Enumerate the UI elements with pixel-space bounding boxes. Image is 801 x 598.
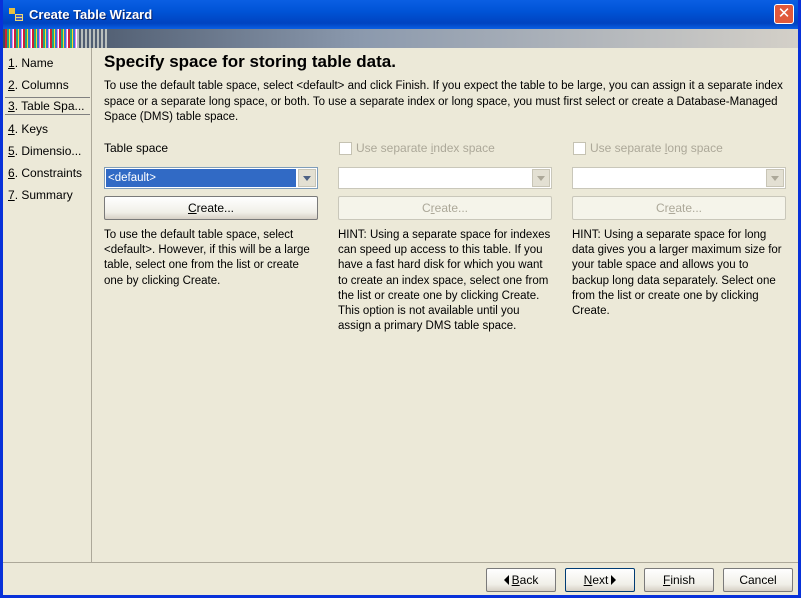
- title-bar[interactable]: Create Table Wizard ✕: [3, 0, 798, 29]
- long-space-create-button[interactable]: Create...: [572, 196, 786, 220]
- wizard-steps-sidebar: 1. Name 2. Columns 3. Table Spa... 4. Ke…: [3, 48, 92, 562]
- long-space-value: [574, 169, 764, 187]
- chevron-down-icon[interactable]: [532, 169, 550, 187]
- arrow-left-icon: [503, 575, 509, 585]
- back-button[interactable]: Back: [486, 568, 556, 592]
- chevron-down-icon[interactable]: [766, 169, 784, 187]
- long-space-checkbox-label: Use separate long space: [590, 141, 723, 155]
- index-space-value: [340, 169, 530, 187]
- step-dimensions[interactable]: 5. Dimensio...: [8, 142, 81, 160]
- step-columns[interactable]: 2. Columns: [8, 76, 69, 94]
- index-space-checkbox-label: Use separate index space: [356, 141, 495, 155]
- index-space-checkbox[interactable]: [339, 142, 352, 155]
- window-title: Create Table Wizard: [29, 7, 153, 22]
- table-space-dropdown[interactable]: <default>: [104, 167, 318, 189]
- step-constraints[interactable]: 6. Constraints: [8, 164, 82, 182]
- chevron-down-icon[interactable]: [298, 169, 316, 187]
- banner-graphic: [5, 29, 77, 48]
- banner-graphic-fade: [77, 29, 107, 48]
- wizard-icon: [9, 8, 23, 21]
- page-intro: To use the default table space, select <…: [104, 80, 783, 123]
- wizard-banner: [3, 29, 798, 48]
- table-space-label: Table space: [104, 141, 169, 155]
- close-icon: ✕: [777, 4, 791, 22]
- create-table-wizard-window: Create Table Wizard ✕ 1. Name 2. Columns…: [0, 0, 801, 598]
- step-name[interactable]: 1. Name: [8, 54, 53, 72]
- index-space-dropdown[interactable]: [338, 167, 552, 189]
- next-button[interactable]: Next: [565, 568, 635, 592]
- finish-button[interactable]: Finish: [644, 568, 714, 592]
- table-space-value: <default>: [106, 169, 296, 187]
- page-heading: Specify space for storing table data.: [104, 52, 396, 71]
- table-space-create-button[interactable]: Create...: [104, 196, 318, 220]
- footer-divider: [3, 562, 798, 563]
- long-space-dropdown[interactable]: [572, 167, 786, 189]
- index-space-create-button[interactable]: Create...: [338, 196, 552, 220]
- table-space-hint: To use the default table space, select <…: [104, 229, 310, 287]
- cancel-button[interactable]: Cancel: [723, 568, 793, 592]
- arrow-right-icon: [611, 575, 617, 585]
- step-table-space[interactable]: 3. Table Spa...: [5, 97, 90, 115]
- long-space-hint: HINT: Using a separate space for long da…: [572, 229, 782, 318]
- long-space-checkbox[interactable]: [573, 142, 586, 155]
- close-button[interactable]: ✕: [774, 4, 794, 24]
- step-keys[interactable]: 4. Keys: [8, 120, 48, 138]
- index-space-hint: HINT: Using a separate space for indexes…: [338, 229, 551, 333]
- step-summary[interactable]: 7. Summary: [8, 186, 73, 204]
